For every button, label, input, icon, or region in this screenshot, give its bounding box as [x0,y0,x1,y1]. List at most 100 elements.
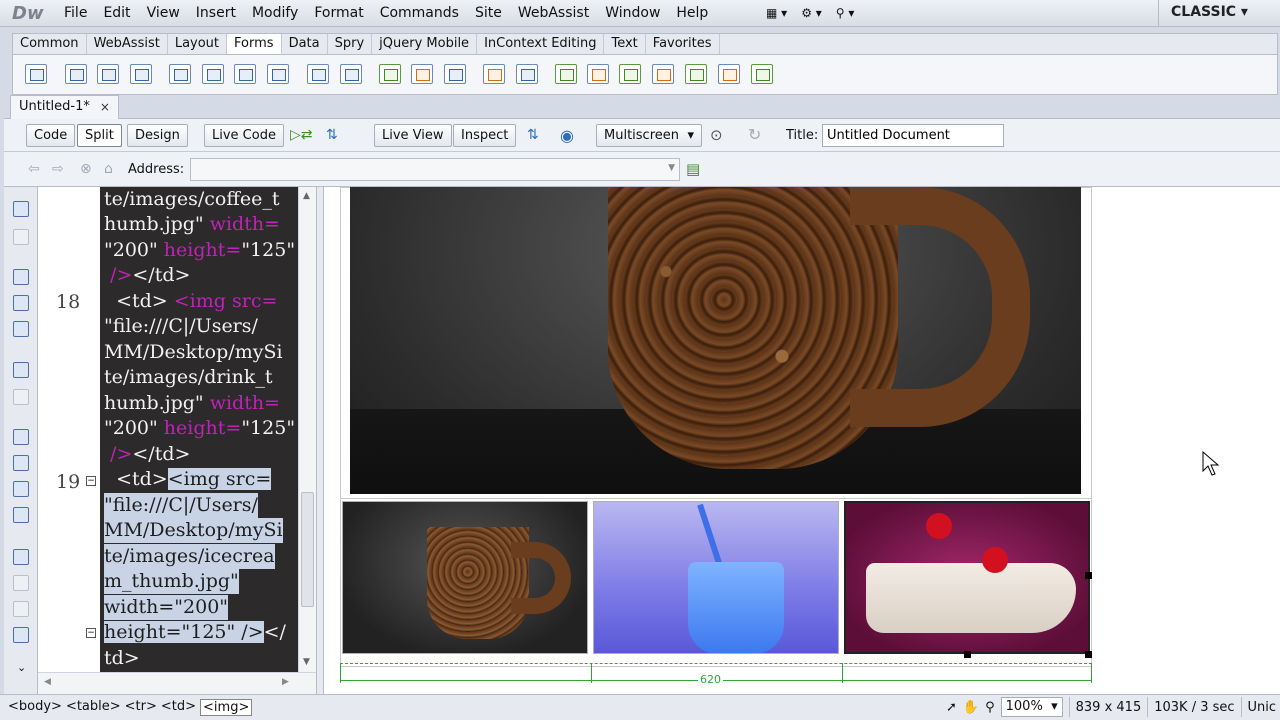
select-tool-icon[interactable]: ➚ [946,700,957,715]
spry-checkbox-icon[interactable] [619,64,641,84]
scroll-right-icon[interactable]: ▶ [282,677,289,687]
split-view-button[interactable]: Split [77,124,122,147]
menu-webassist[interactable]: WebAssist [510,0,597,27]
address-input[interactable]: ▼ [190,158,680,181]
collapse-full-tag-icon[interactable] [13,269,29,285]
forward-icon[interactable]: ⇨ [52,161,64,177]
jump-menu-icon[interactable] [340,64,362,84]
line-numbers-icon[interactable] [13,429,29,445]
more-tools-chevron-icon[interactable]: ⌄ [17,661,26,674]
stop-icon[interactable]: ⊗ [80,161,92,177]
menu-help[interactable]: Help [668,0,716,27]
live-view-button[interactable]: Live View [374,124,452,147]
textarea-icon[interactable] [130,64,152,84]
scroll-up-icon[interactable]: ▲ [303,191,310,201]
code-editor[interactable]: te/images/coffee_t humb.jpg" width= "200… [100,187,298,672]
tag-table[interactable]: <table> [66,699,121,716]
menu-view[interactable]: View [139,0,188,27]
refresh-icon[interactable]: ↻ [748,125,761,144]
menu-modify[interactable]: Modify [244,0,306,27]
word-wrap-icon[interactable] [13,481,29,497]
tag-body[interactable]: <body> [8,699,62,716]
browse-options-icon[interactable]: ▤ [686,160,700,178]
menu-edit[interactable]: Edit [95,0,138,27]
multiscreen-button[interactable]: Multiscreen ▾ [596,124,702,147]
radio-group-icon[interactable] [267,64,289,84]
select-parent-tag-icon[interactable] [13,362,29,378]
checkbox-icon[interactable] [169,64,191,84]
close-icon[interactable]: × [100,96,110,119]
insert-tab-jquery-mobile[interactable]: jQuery Mobile [372,34,478,54]
zoom-tool-icon[interactable]: ⚲ [985,700,995,715]
insert-tab-common[interactable]: Common [13,34,87,54]
layout-icon[interactable]: ▦ ▾ [762,3,791,23]
drink-thumbnail[interactable] [593,501,839,654]
button-icon[interactable] [444,64,466,84]
resize-handle[interactable] [1085,651,1092,658]
insert-tab-incontext-editing[interactable]: InContext Editing [477,34,605,54]
recent-snippets-icon[interactable] [13,627,29,643]
site-icon[interactable]: ⚲ ▾ [832,3,859,23]
open-documents-icon[interactable] [13,201,29,217]
file-field-icon[interactable] [411,64,433,84]
insert-tab-data[interactable]: Data [282,34,328,54]
radio-button-icon[interactable] [234,64,256,84]
select-list-icon[interactable] [307,64,329,84]
show-code-navigator-icon[interactable] [13,229,29,245]
fold-toggle-icon[interactable]: − [86,476,96,486]
spry-confirm-icon[interactable] [718,64,740,84]
text-field-icon[interactable] [65,64,87,84]
checkbox-group-icon[interactable] [202,64,224,84]
tag-td[interactable]: <td> [161,699,196,716]
menu-commands[interactable]: Commands [372,0,467,27]
document-tab[interactable]: Untitled-1* × [10,95,119,119]
multiscreen-preview-icon[interactable]: ⇅ [527,127,539,143]
insert-tab-forms[interactable]: Forms [227,34,282,54]
apply-comment-icon[interactable] [13,549,29,565]
globe-icon[interactable]: ◉ [560,126,574,145]
scroll-thumb[interactable] [301,492,314,607]
resize-handle[interactable] [964,651,971,658]
design-view-button[interactable]: Design [127,124,188,147]
live-code-button[interactable]: Live Code [204,124,284,147]
menu-insert[interactable]: Insert [188,0,244,27]
coffee-thumbnail[interactable] [342,501,588,654]
spry-password-icon[interactable] [685,64,707,84]
menu-format[interactable]: Format [306,0,371,27]
zoom-select[interactable]: 100% ▾ [1000,697,1063,717]
highlight-invalid-code-icon[interactable] [13,455,29,471]
balance-braces-icon[interactable] [13,389,29,405]
fieldset-icon[interactable] [516,64,538,84]
resize-handle[interactable] [1085,572,1092,579]
spry-select-icon[interactable] [652,64,674,84]
workspace-switcher[interactable]: CLASSIC ▾ [1158,0,1268,27]
scroll-left-icon[interactable]: ◀ [44,677,51,687]
wrap-tag-icon[interactable] [13,601,29,617]
tag-tr[interactable]: <tr> [125,699,157,716]
fold-toggle-icon[interactable]: − [86,628,96,638]
menu-file[interactable]: File [56,0,95,27]
image-field-icon[interactable] [379,64,401,84]
visual-aids-icon[interactable]: ⊙ [710,126,723,144]
file-management-icon[interactable]: ⇅ [326,127,338,143]
scroll-down-icon[interactable]: ▼ [303,657,310,667]
menu-window[interactable]: Window [597,0,668,27]
spry-textarea-icon[interactable] [587,64,609,84]
spry-radio-group-icon[interactable] [751,64,773,84]
code-horizontal-scrollbar[interactable]: ◀ ▶ [38,672,316,694]
home-icon[interactable]: ⌂ [104,161,113,177]
split-view-divider[interactable] [316,187,324,694]
insert-tab-layout[interactable]: Layout [168,34,228,54]
spry-text-field-icon[interactable] [555,64,577,84]
design-view[interactable]: 620 [324,187,1280,694]
inspect-button[interactable]: Inspect [453,124,517,147]
insert-tab-webassist[interactable]: WebAssist [87,34,168,54]
expand-all-icon[interactable] [13,321,29,337]
insert-tab-text[interactable]: Text [604,34,646,54]
insert-tab-spry[interactable]: Spry [328,34,373,54]
chevron-down-icon[interactable]: ▼ [668,163,675,173]
menu-site[interactable]: Site [467,0,510,27]
title-input[interactable] [822,124,1004,147]
extend-gear-icon[interactable]: ⚙ ▾ [797,3,826,23]
code-view-button[interactable]: Code [26,124,76,147]
